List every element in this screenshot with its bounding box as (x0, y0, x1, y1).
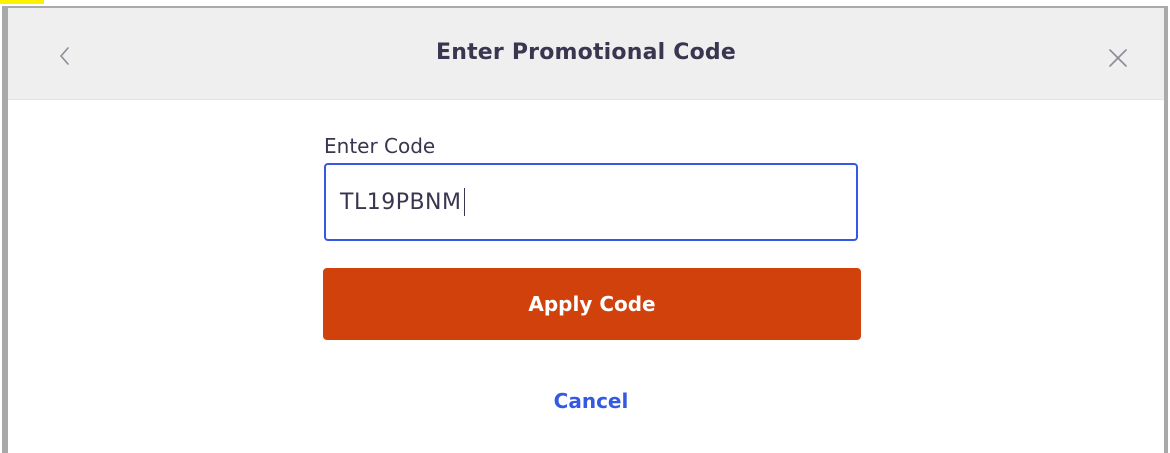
apply-code-button[interactable]: Apply Code (323, 268, 861, 340)
promo-code-value: TL19PBNM (340, 189, 462, 215)
promo-code-input[interactable]: TL19PBNM (324, 163, 858, 241)
promo-code-modal: Enter Promotional Code Enter Code TL19PB… (8, 8, 1164, 453)
close-icon (1109, 49, 1127, 67)
text-caret (463, 188, 465, 216)
text-highlight (0, 0, 44, 4)
close-button[interactable] (1102, 42, 1134, 74)
modal-header: Enter Promotional Code (8, 8, 1164, 100)
modal-title: Enter Promotional Code (436, 40, 736, 65)
code-field-label: Enter Code (324, 134, 436, 158)
cancel-link[interactable]: Cancel (8, 389, 1164, 413)
page: Enter Promotional Code Enter Code TL19PB… (0, 0, 1170, 453)
